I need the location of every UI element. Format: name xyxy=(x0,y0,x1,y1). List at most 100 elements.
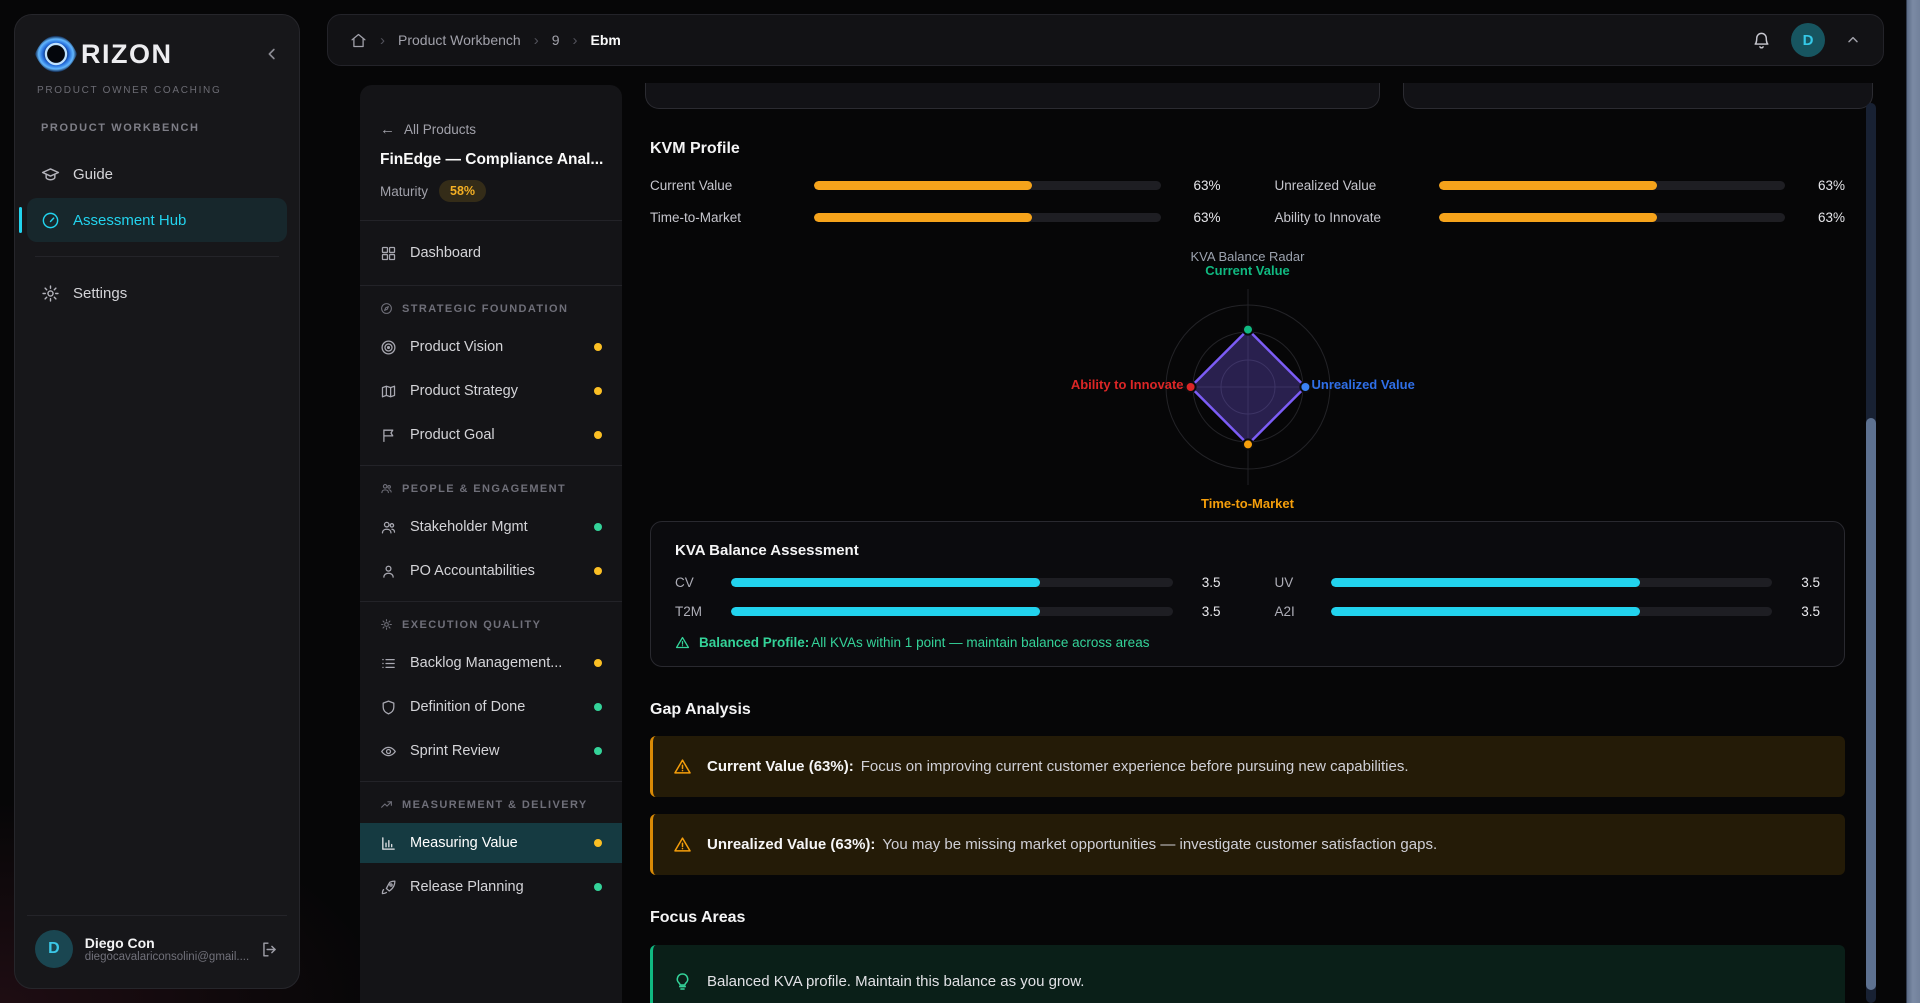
nav-item-dashboard[interactable]: Dashboard xyxy=(360,231,622,275)
meter-fill xyxy=(814,181,1032,190)
kva-row-a2i: A2I 3.5 xyxy=(1275,604,1821,619)
window-scrollbar[interactable] xyxy=(1906,0,1920,1003)
rocket-icon xyxy=(380,879,397,896)
kva-value: 3.5 xyxy=(1786,575,1820,590)
status-dot xyxy=(594,431,602,439)
focus-text: Balanced KVA profile. Maintain this bala… xyxy=(707,973,1084,990)
kvm-profile-meters: Current Value 63% Unrealized Value 63% T… xyxy=(650,178,1845,225)
breadcrumb-item-ebm[interactable]: Ebm xyxy=(591,32,621,48)
kva-balance-radar: KVA Balance Radar Current Value Ability … xyxy=(650,249,1845,517)
gap-alert-current-value: Current Value (63%): Focus on improving c… xyxy=(650,736,1845,797)
alert-text: Focus on improving current customer expe… xyxy=(861,758,1409,775)
nav-item-label: Release Planning xyxy=(410,879,524,895)
target-icon xyxy=(380,339,397,356)
brand-name: RIZON xyxy=(81,39,173,70)
kva-label: UV xyxy=(1275,575,1317,590)
focus-areas-title: Focus Areas xyxy=(650,909,1845,927)
nav-item-product-strategy[interactable]: Product Strategy xyxy=(360,371,622,411)
nav-item-product-goal[interactable]: Product Goal xyxy=(360,415,622,455)
sidebar-item-guide[interactable]: Guide xyxy=(27,152,287,196)
sidebar-item-assessment-hub[interactable]: Assessment Hub xyxy=(27,198,287,242)
list-icon xyxy=(380,655,397,672)
content-scrollbar[interactable] xyxy=(1866,103,1876,1003)
meter-fill xyxy=(1331,578,1640,587)
nav-item-measuring-value[interactable]: Measuring Value xyxy=(360,823,622,863)
user-meta: Diego Con diegocavalariconsolini@gmail..… xyxy=(85,935,248,963)
kva-row-cv: CV 3.5 xyxy=(675,575,1221,590)
meter-fill xyxy=(731,607,1040,616)
meter-label: Current Value xyxy=(650,178,800,193)
meter-track xyxy=(814,213,1161,222)
lightbulb-icon xyxy=(673,972,692,991)
breadcrumb-item-9[interactable]: 9 xyxy=(552,32,560,48)
warning-icon xyxy=(673,757,692,776)
alert-bold: Unrealized Value (63%): xyxy=(707,836,875,853)
nav-section-measurement-delivery: MEASUREMENT & DELIVERY xyxy=(360,782,622,819)
sidebar-section-label: PRODUCT WORKBENCH xyxy=(15,106,299,150)
kva-value: 3.5 xyxy=(1187,575,1221,590)
radar-axis-label-ability-to-innovate: Ability to Innovate xyxy=(1071,377,1184,392)
kva-label: CV xyxy=(675,575,717,590)
status-dot xyxy=(594,567,602,575)
user-name: Diego Con xyxy=(85,935,248,951)
user-card[interactable]: D Diego Con diegocavalariconsolini@gmail… xyxy=(27,915,287,980)
map-icon xyxy=(380,383,397,400)
nav-item-release-planning[interactable]: Release Planning xyxy=(360,867,622,907)
meter-value: 63% xyxy=(1175,210,1221,225)
bell-icon xyxy=(1752,31,1771,50)
breadcrumb: › Product Workbench › 9 › Ebm xyxy=(350,32,621,49)
alert-bold: Current Value (63%): xyxy=(707,758,854,775)
breadcrumb-item-product-workbench[interactable]: Product Workbench xyxy=(398,32,521,48)
nav-item-product-vision[interactable]: Product Vision xyxy=(360,327,622,367)
kvm-profile-title: KVM Profile xyxy=(650,140,1845,158)
back-to-all-products-link[interactable]: ← All Products xyxy=(360,85,622,138)
nav-item-label: Definition of Done xyxy=(410,699,525,715)
nav-item-label: Product Vision xyxy=(410,339,503,355)
collapse-sidebar-button[interactable] xyxy=(263,45,281,63)
kva-label: A2I xyxy=(1275,604,1317,619)
sidebar-item-settings[interactable]: Settings xyxy=(27,271,287,315)
nav-item-label: Product Strategy xyxy=(410,383,518,399)
note-text: All KVAs within 1 point — maintain balan… xyxy=(811,635,1149,650)
nav-item-po-accountabilities[interactable]: PO Accountabilities xyxy=(360,551,622,591)
breadcrumb-separator: › xyxy=(380,32,385,49)
notifications-button[interactable] xyxy=(1752,31,1771,50)
sidebar: RIZON PRODUCT OWNER COACHING PRODUCT WOR… xyxy=(14,14,300,989)
scrollbar-thumb[interactable] xyxy=(1866,418,1876,990)
gear-icon xyxy=(41,284,60,303)
shield-icon xyxy=(380,699,397,716)
app-window: { "app": { "brand": "RIZON", "tagline": … xyxy=(0,0,1920,1003)
card-cutoff-right xyxy=(1403,83,1873,109)
kva-value: 3.5 xyxy=(1786,604,1820,619)
home-icon[interactable] xyxy=(350,32,367,49)
gap-alert-unrealized-value: Unrealized Value (63%): You may be missin… xyxy=(650,814,1845,875)
logout-icon xyxy=(260,940,279,959)
nav-item-label: Sprint Review xyxy=(410,743,499,759)
alert-text: You may be missing market opportunities … xyxy=(882,836,1437,853)
users-icon xyxy=(380,519,397,536)
collapse-topbar-button[interactable] xyxy=(1845,32,1861,48)
gauge-icon xyxy=(41,211,60,230)
logout-button[interactable] xyxy=(260,940,279,959)
product-title: FinEdge — Compliance Anal... xyxy=(360,138,622,169)
meter-track xyxy=(1331,607,1773,616)
nav-item-stakeholder-mgmt[interactable]: Stakeholder Mgmt xyxy=(360,507,622,547)
meter-fill xyxy=(1439,181,1657,190)
nav-item-sprint-review[interactable]: Sprint Review xyxy=(360,731,622,771)
meter-row-current-value: Current Value 63% xyxy=(650,178,1221,193)
meter-fill xyxy=(814,213,1032,222)
breadcrumb-separator: › xyxy=(534,32,539,49)
nav-item-label: Measuring Value xyxy=(410,835,518,851)
nav-item-label: PO Accountabilities xyxy=(410,563,535,579)
topbar-avatar[interactable]: D xyxy=(1791,23,1825,57)
sidebar-item-label: Guide xyxy=(73,166,113,183)
user-icon xyxy=(380,563,397,580)
meter-fill xyxy=(731,578,1040,587)
flag-icon xyxy=(380,427,397,444)
kva-meters: CV 3.5 UV 3.5 T2M 3.5 A2I 3.5 xyxy=(675,575,1820,619)
nav-item-backlog-management[interactable]: Backlog Management... xyxy=(360,643,622,683)
nav-item-definition-of-done[interactable]: Definition of Done xyxy=(360,687,622,727)
meter-label: Unrealized Value xyxy=(1275,178,1425,193)
users-icon xyxy=(380,482,393,495)
brand-logo-icon xyxy=(33,31,79,77)
